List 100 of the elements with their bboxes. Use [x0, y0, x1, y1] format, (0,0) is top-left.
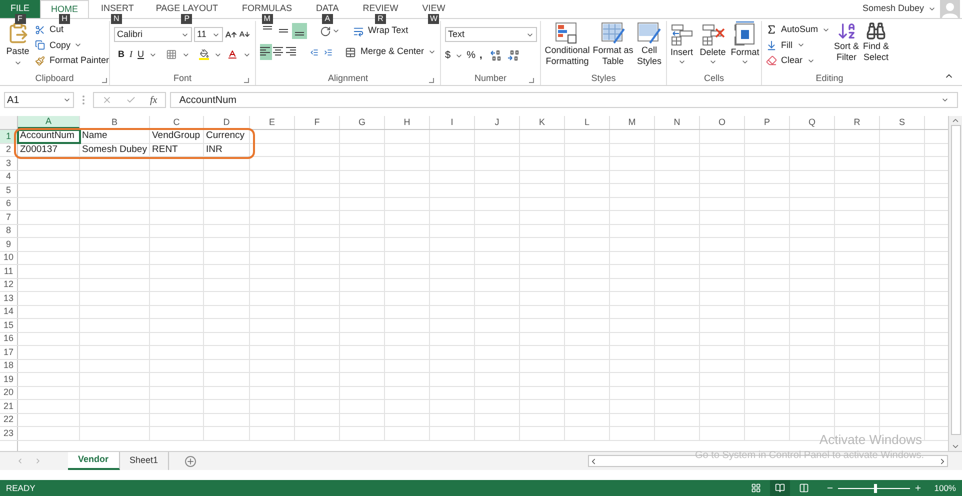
formula-input[interactable]: AccountNum	[170, 92, 958, 108]
row-header[interactable]: 3	[0, 157, 18, 170]
increase-decimal-icon[interactable]	[490, 50, 504, 61]
column-header[interactable]: P	[745, 116, 790, 129]
row-header[interactable]: 12	[0, 278, 18, 291]
insert-function-button[interactable]: fx	[150, 92, 158, 108]
autosum-button[interactable]: AutoSum	[766, 23, 830, 36]
scroll-right-icon[interactable]	[938, 456, 947, 466]
percent-button[interactable]: %	[466, 48, 476, 63]
merge-center-button[interactable]: Merge & Center	[345, 45, 436, 59]
scroll-down-icon[interactable]	[951, 442, 960, 451]
bold-button[interactable]: B	[118, 48, 124, 62]
row-header[interactable]: 22	[0, 414, 18, 426]
cells-button[interactable]: Insert	[668, 21, 695, 66]
row-header[interactable]: 5	[0, 184, 18, 196]
row-header[interactable]: 11	[0, 265, 18, 278]
row-header[interactable]: 15	[0, 319, 18, 332]
borders-icon[interactable]	[166, 49, 177, 60]
style-button[interactable]: Cell Styles	[636, 21, 662, 67]
name-box[interactable]: A1	[4, 92, 74, 108]
column-header[interactable]: J	[475, 116, 520, 129]
column-header[interactable]: N	[655, 116, 700, 129]
column-header[interactable]: F	[295, 116, 340, 129]
clear-button[interactable]: Clear	[766, 54, 830, 68]
row-header[interactable]: 10	[0, 252, 18, 264]
cells-button[interactable]: Delete	[700, 21, 726, 66]
copy-button[interactable]: Copy	[35, 38, 109, 52]
sort-filter-button[interactable]: Sort & Filter	[834, 21, 860, 68]
row-header[interactable]: 13	[0, 292, 18, 304]
column-header[interactable]: E	[250, 116, 295, 129]
font-color-icon[interactable]	[227, 49, 238, 60]
font-name-field[interactable]: Calibri	[114, 27, 192, 42]
dialog-launcher-icon[interactable]	[244, 78, 249, 83]
wrap-text-button[interactable]: Wrap Text	[353, 24, 408, 38]
table-cell[interactable]: Z000137	[18, 144, 80, 156]
row-header[interactable]: 7	[0, 211, 18, 224]
orientation-icon[interactable]	[320, 26, 331, 36]
number-format-field[interactable]: Text	[445, 27, 537, 42]
table-cell[interactable]: VendGroup	[150, 130, 204, 142]
dialog-launcher-icon[interactable]	[529, 78, 534, 83]
row-header[interactable]: 17	[0, 346, 18, 358]
currency-button[interactable]: $	[445, 48, 451, 63]
underline-button[interactable]: U	[138, 48, 144, 62]
style-button[interactable]: Conditional Formatting	[544, 21, 590, 67]
row-header[interactable]: 20	[0, 386, 18, 399]
row-header[interactable]: 14	[0, 306, 18, 318]
column-header[interactable]: S	[880, 116, 925, 129]
dialog-launcher-icon[interactable]	[429, 78, 434, 83]
row-header[interactable]: 18	[0, 360, 18, 372]
italic-button[interactable]: I	[130, 48, 132, 62]
zoom-slider-thumb[interactable]	[874, 484, 877, 492]
column-header[interactable]: K	[520, 116, 565, 129]
scroll-up-icon[interactable]	[951, 116, 960, 125]
dialog-launcher-icon[interactable]	[102, 78, 107, 83]
column-header[interactable]: B	[80, 116, 150, 129]
zoom-in-icon[interactable]	[914, 484, 922, 492]
column-header[interactable]: D	[204, 116, 250, 129]
user-name[interactable]: Somesh Dubey	[862, 2, 924, 16]
column-header[interactable]: H	[385, 116, 430, 129]
new-sheet-icon[interactable]	[185, 456, 196, 466]
row-header[interactable]: 6	[0, 198, 18, 210]
row-header[interactable]: 23	[0, 427, 18, 440]
page-layout-icon[interactable]	[770, 480, 790, 496]
sheet-tab[interactable]: Sheet1	[120, 452, 170, 470]
column-header[interactable]: A	[18, 116, 80, 129]
table-cell[interactable]: AccountNum	[18, 130, 80, 142]
increase-indent-icon[interactable]	[324, 46, 332, 58]
column-header[interactable]: Q	[790, 116, 835, 129]
column-header[interactable]: M	[610, 116, 655, 129]
table-cell[interactable]: RENT	[150, 144, 204, 156]
decrease-decimal-icon[interactable]	[507, 50, 520, 61]
column-header[interactable]: I	[430, 116, 475, 129]
row-header[interactable]: 9	[0, 238, 18, 250]
paste-button[interactable]: Paste	[4, 21, 32, 68]
table-cell[interactable]: Somesh Dubey	[80, 144, 150, 156]
vertical-scrollbar[interactable]	[948, 116, 962, 451]
row-header[interactable]: 2	[0, 144, 18, 156]
column-header[interactable]: C	[150, 116, 204, 129]
column-header[interactable]: G	[340, 116, 385, 129]
row-header[interactable]: 19	[0, 373, 18, 386]
find-select-button[interactable]: Find & Select	[863, 21, 890, 68]
sheet-tab[interactable]: Vendor	[68, 452, 120, 470]
align-left-icon[interactable]	[260, 44, 272, 60]
cut-button[interactable]: Cut	[35, 23, 109, 36]
decrease-font-icon[interactable]	[239, 29, 250, 40]
decrease-indent-icon[interactable]	[310, 46, 319, 58]
column-header[interactable]: L	[565, 116, 610, 129]
comma-button[interactable]: ,	[479, 48, 482, 63]
table-cell[interactable]: INR	[204, 144, 250, 156]
column-header[interactable]: R	[835, 116, 880, 129]
fill-color-icon[interactable]	[198, 49, 210, 60]
fill-button[interactable]: Fill	[766, 38, 830, 52]
row-header[interactable]: 8	[0, 224, 18, 237]
bottom-align-icon[interactable]	[292, 23, 307, 39]
style-button[interactable]: Format as Table	[592, 21, 634, 67]
table-cell[interactable]: Currency	[204, 130, 250, 142]
increase-font-icon[interactable]	[225, 28, 237, 40]
table-cell[interactable]: Name	[80, 130, 150, 142]
font-size-field[interactable]: 11	[194, 27, 223, 42]
row-header[interactable]: 21	[0, 400, 18, 412]
